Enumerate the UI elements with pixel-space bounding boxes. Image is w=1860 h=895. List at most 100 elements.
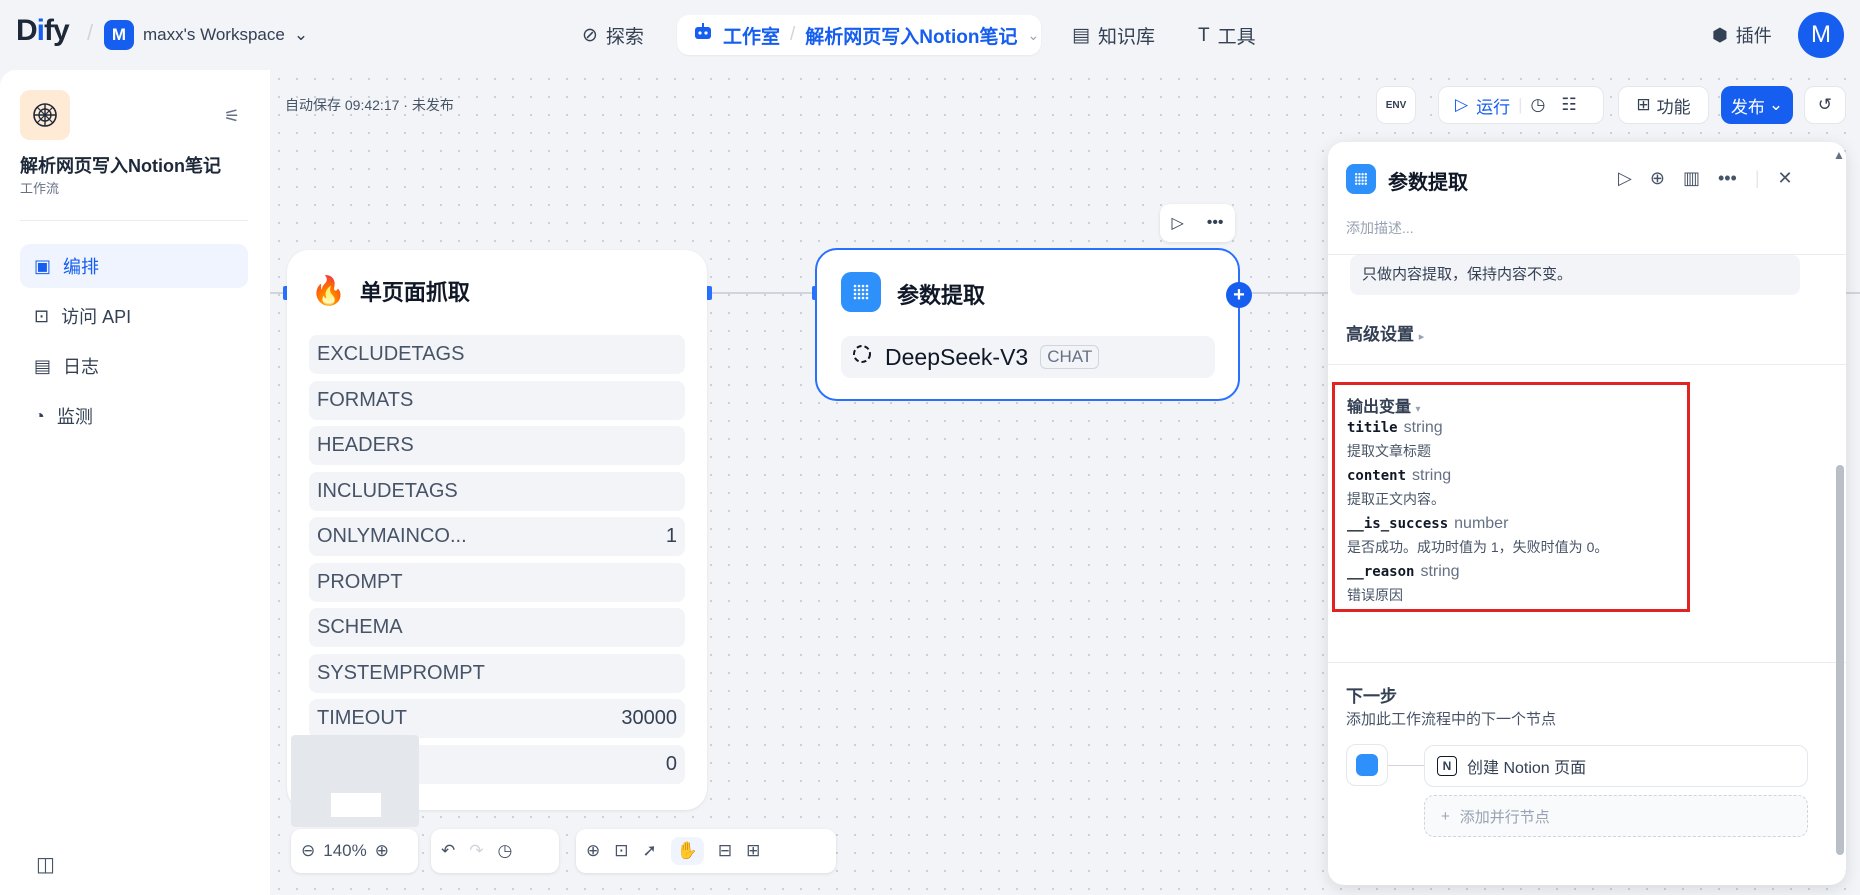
features-button[interactable]: ⊞ 功能 xyxy=(1618,86,1709,124)
collapse-sidebar-icon[interactable]: ◫ xyxy=(36,852,55,877)
output-variables-toggle[interactable]: 输出变量 ▾ xyxy=(1347,393,1421,417)
variable-name: __reason xyxy=(1347,564,1415,580)
advanced-settings-toggle[interactable]: 高级设置 ▸ xyxy=(1346,320,1424,345)
param-row: FORMATS xyxy=(309,381,685,420)
history-icon: ↺ xyxy=(1817,95,1833,114)
node-title: 参数提取 xyxy=(897,278,985,310)
more-icon[interactable]: ••• xyxy=(1718,168,1737,189)
output-variable: titile string 提取文章标题 xyxy=(1347,419,1443,461)
minimap[interactable] xyxy=(291,735,419,827)
sidebar-item-orchestrate[interactable]: ▣ 编排 xyxy=(20,244,248,288)
redo-icon[interactable]: ↷ xyxy=(469,841,483,861)
terminal-icon: ⊡ xyxy=(34,305,50,326)
env-button[interactable]: ENV xyxy=(1376,86,1416,124)
node-parameter-extractor[interactable]: 参数提取 DeepSeek-V3 CHAT xyxy=(815,248,1240,401)
next-step-title: 下一步 xyxy=(1346,687,1397,706)
panel-title[interactable]: 参数提取 xyxy=(1388,166,1468,195)
nav-explore[interactable]: ⊘ 探索 xyxy=(582,22,644,49)
nav-knowledge[interactable]: ▤ 知识库 xyxy=(1072,22,1155,49)
user-avatar[interactable]: M xyxy=(1798,12,1844,58)
play-icon[interactable]: ▷ xyxy=(1171,213,1183,233)
more-icon[interactable]: ••• xyxy=(1207,214,1224,232)
version-history-icon[interactable]: ◷ xyxy=(498,841,513,861)
param-row: EXCLUDETAGS xyxy=(309,335,685,374)
workspace-selector[interactable]: M maxx's Workspace ⌄ xyxy=(104,20,308,50)
divider xyxy=(20,220,248,221)
model-name: DeepSeek-V3 xyxy=(885,343,1029,370)
pointer-icon[interactable]: ➚ xyxy=(643,841,657,861)
hand-icon[interactable]: ✋ xyxy=(670,837,704,865)
env-label: ENV xyxy=(1385,99,1407,111)
edge xyxy=(1252,292,1328,294)
play-icon[interactable]: ▷ xyxy=(1455,95,1468,115)
nav-tools[interactable]: T 工具 xyxy=(1198,22,1256,49)
plugins-button[interactable]: ⬢ 插件 xyxy=(1712,22,1772,48)
export-image-icon[interactable]: ⊟ xyxy=(718,841,732,861)
close-icon[interactable]: ✕ xyxy=(1778,168,1793,189)
current-node-icon xyxy=(1346,744,1388,786)
sidebar-item-api[interactable]: ⊡ 访问 API xyxy=(20,294,248,338)
divider: | xyxy=(1754,168,1760,188)
app-icon xyxy=(20,90,70,140)
add-next-node-icon[interactable]: + xyxy=(1226,282,1252,308)
variable-type: number xyxy=(1454,515,1509,532)
checklist-clock-icon[interactable]: ◷ xyxy=(1531,95,1546,115)
edge xyxy=(710,292,816,294)
variable-type: string xyxy=(1403,419,1443,436)
robot-icon xyxy=(693,23,713,47)
cube-icon: ⬢ xyxy=(1712,24,1728,45)
divider: | xyxy=(1518,95,1523,114)
workspace-name: maxx's Workspace xyxy=(143,25,285,44)
sidebar-item-logs[interactable]: ▤ 日志 xyxy=(20,344,248,388)
output-variable: content string 提取正文内容。 xyxy=(1347,467,1451,509)
crosshair-icon[interactable]: ⊕ xyxy=(1650,168,1665,189)
add-node-icon[interactable]: ⊕ xyxy=(586,841,600,861)
nav-studio[interactable]: 工作室 / 解析网页写入Notion笔记 ⌄ xyxy=(677,15,1041,55)
book-open-icon[interactable]: ▥ xyxy=(1683,168,1700,189)
canvas-tools: ⊕ ⊡ ➚ ✋ ⊟ ⊞ xyxy=(576,829,836,873)
next-node-item[interactable]: N 创建 Notion 页面 xyxy=(1424,745,1808,787)
instruction-text[interactable]: 只做内容提取，保持内容不变。 xyxy=(1350,255,1800,295)
description-input[interactable]: 添加描述... xyxy=(1346,218,1414,238)
param-row: INCLUDETAGS xyxy=(309,472,685,511)
zoom-level[interactable]: 140% xyxy=(323,841,366,861)
run-button[interactable]: 运行 xyxy=(1476,93,1510,118)
organize-blocks-icon[interactable]: ⊞ xyxy=(746,841,760,861)
add-parallel-node-button[interactable]: + 添加并行节点 xyxy=(1424,795,1808,837)
checklist-icon[interactable]: ☷ xyxy=(1561,95,1576,115)
zoom-in-icon[interactable]: ⊕ xyxy=(375,841,389,861)
compass-icon: ⊘ xyxy=(582,25,598,46)
app-settings-icon[interactable]: ⚟ xyxy=(224,106,240,127)
node-title: 🔥 单页面抓取 xyxy=(311,274,470,307)
run-group: ▷ 运行 | ◷ ☷ xyxy=(1438,86,1604,124)
publish-button[interactable]: 发布 ⌄ xyxy=(1721,86,1793,124)
sidebar-item-label: 日志 xyxy=(63,357,100,377)
panel-scrollbar[interactable] xyxy=(1836,465,1844,855)
model-selector: DeepSeek-V3 CHAT xyxy=(841,336,1215,378)
history-button[interactable]: ↺ xyxy=(1804,86,1846,124)
divider xyxy=(1328,662,1846,663)
sidebar-item-label: 访问 API xyxy=(61,307,132,327)
notion-icon: N xyxy=(1437,756,1457,776)
dify-logo[interactable]: Dify xyxy=(16,14,70,48)
add-note-icon[interactable]: ⊡ xyxy=(614,841,628,861)
play-icon[interactable]: ▷ xyxy=(1618,168,1632,189)
connector-line xyxy=(1388,765,1424,766)
current-app-name[interactable]: 解析网页写入Notion笔记 xyxy=(805,22,1017,49)
chevron-down-icon[interactable]: ⌄ xyxy=(1027,27,1039,44)
grid-icon: ⊞ xyxy=(1636,95,1651,114)
sidebar: ⚟ 解析网页写入Notion笔记 工作流 ▣ 编排 ⊡ 访问 API ▤ 日志 … xyxy=(0,70,270,895)
node-single-page-scrape[interactable]: 🔥 单页面抓取 EXCLUDETAGS FORMATS HEADERS INCL… xyxy=(287,250,707,810)
panel-actions: ▷ ⊕ ▥ ••• | ✕ xyxy=(1618,168,1793,189)
minimap-viewport xyxy=(331,793,381,817)
undo-icon[interactable]: ↶ xyxy=(441,841,455,861)
gauge-icon: ◔ xyxy=(34,405,45,426)
autosave-status: 自动保存 09:42:17 · 未发布 xyxy=(285,97,454,113)
zoom-out-icon[interactable]: ⊖ xyxy=(301,841,315,861)
variable-type: string xyxy=(1420,563,1460,580)
param-row: HEADERS xyxy=(309,426,685,465)
top-bar: Dify / M maxx's Workspace ⌄ ⊘ 探索 工作室 / 解… xyxy=(0,0,1860,70)
publish-label: 发布 xyxy=(1730,97,1765,117)
scroll-up-icon[interactable]: ▲ xyxy=(1833,148,1845,162)
sidebar-item-monitor[interactable]: ◔ 监测 xyxy=(20,394,248,438)
